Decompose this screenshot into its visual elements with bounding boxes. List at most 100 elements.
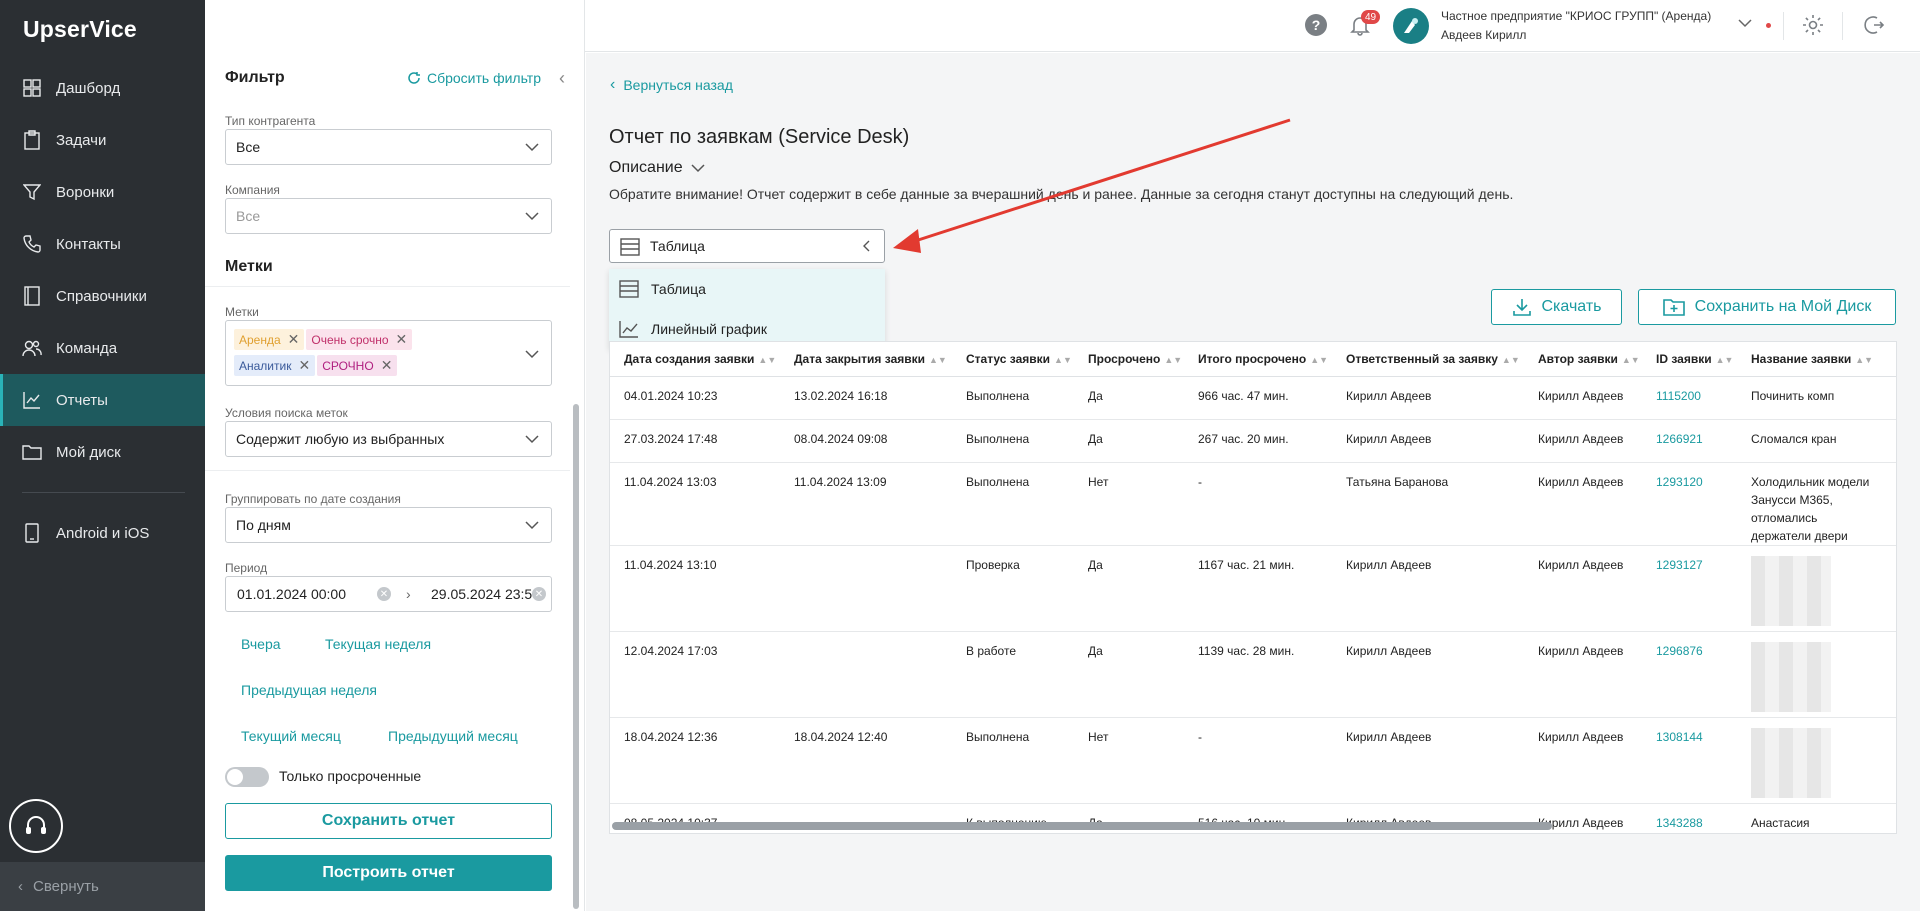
tags-multiselect[interactable]: Аренда ✕ Очень срочно ✕ Аналитик ✕ СРОЧНО ✕ xyxy=(225,320,552,386)
counterparty-select[interactable]: Все xyxy=(225,129,552,165)
only-overdue-toggle[interactable] xyxy=(225,767,269,787)
column-header[interactable]: Автор заявки ▲▼ xyxy=(1524,342,1642,377)
sort-icon[interactable]: ▲▼ xyxy=(929,355,947,365)
clear-to-icon[interactable]: ✕ xyxy=(532,587,546,601)
divider xyxy=(205,286,570,287)
table-cell: Да xyxy=(1074,545,1184,632)
save-report-button[interactable]: Сохранить отчет xyxy=(225,803,552,839)
back-link[interactable]: ‹ Вернуться назад xyxy=(610,76,733,94)
description-toggle[interactable]: Описание xyxy=(609,159,705,177)
sort-icon[interactable]: ▲▼ xyxy=(1855,355,1873,365)
table-cell[interactable]: 1266921 xyxy=(1642,419,1737,463)
view-mode-select[interactable]: Таблица xyxy=(609,229,885,263)
tasks-icon xyxy=(22,130,42,150)
quick-previous-month[interactable]: Предыдущий месяц xyxy=(388,728,518,744)
help-icon[interactable]: ? xyxy=(1305,14,1327,36)
column-header-overflow xyxy=(1877,342,1896,377)
remove-tag-icon[interactable]: ✕ xyxy=(381,357,393,374)
column-header[interactable]: Просрочено ▲▼ xyxy=(1074,342,1184,377)
sort-icon[interactable]: ▲▼ xyxy=(1716,355,1734,365)
period-to[interactable]: 29.05.2024 23:59 xyxy=(431,586,540,602)
quick-yesterday[interactable]: Вчера xyxy=(241,636,281,652)
table-cell: Сломался кран xyxy=(1737,419,1877,463)
sort-icon[interactable]: ▲▼ xyxy=(1164,355,1182,365)
period-range-input[interactable]: 01.01.2024 00:00 ✕ › 29.05.2024 23:59 ✕ xyxy=(225,576,552,612)
avatar[interactable] xyxy=(1393,8,1429,44)
table-cell-overflow xyxy=(1877,631,1896,718)
reset-filter-link[interactable]: Сбросить фильтр xyxy=(407,70,541,86)
sort-icon[interactable]: ▲▼ xyxy=(1310,355,1328,365)
filter-scrollbar[interactable] xyxy=(573,404,579,909)
collapse-sidebar-button[interactable]: ‹ Свернуть xyxy=(0,862,205,911)
sidebar-item-4[interactable]: Справочники xyxy=(0,270,205,322)
remove-tag-icon[interactable]: ✕ xyxy=(396,331,408,348)
divider xyxy=(22,492,185,493)
user-info[interactable]: Частное предприятие "КРИОС ГРУПП" (Аренд… xyxy=(1441,7,1711,45)
sort-icon[interactable]: ▲▼ xyxy=(1054,355,1072,365)
sort-icon[interactable]: ▲▼ xyxy=(1622,355,1640,365)
period-from[interactable]: 01.01.2024 00:00 xyxy=(237,586,346,602)
gear-icon[interactable] xyxy=(1801,13,1825,37)
sort-icon[interactable]: ▲▼ xyxy=(758,355,776,365)
remove-tag-icon[interactable]: ✕ xyxy=(288,331,300,348)
table-cell: 18.04.2024 12:40 xyxy=(780,717,952,804)
column-header[interactable]: Название заявки ▲▼ xyxy=(1737,342,1877,377)
group-label: Группировать по дате создания xyxy=(225,492,401,506)
table-row[interactable]: 04.01.2024 10:23 13.02.2024 16:18 Выполнен… xyxy=(610,376,1896,420)
table-cell: Холодильник модели Занусси М365, отломал… xyxy=(1737,462,1877,546)
company-select[interactable]: Все xyxy=(225,198,552,234)
clear-from-icon[interactable]: ✕ xyxy=(377,587,391,601)
sidebar-item-6[interactable]: Отчеты xyxy=(0,374,205,426)
filter-title: Фильтр xyxy=(225,69,285,86)
build-report-button[interactable]: Построить отчет xyxy=(225,855,552,891)
table-cell[interactable]: 1343288 xyxy=(1642,803,1737,833)
table-row[interactable]: 11.04.2024 13:03 11.04.2024 13:09 Выполнен… xyxy=(610,462,1896,546)
table-row[interactable]: 18.04.2024 12:36 18.04.2024 12:40 Выполнен… xyxy=(610,717,1896,804)
table-cell[interactable]: 1293127 xyxy=(1642,545,1737,632)
support-button[interactable] xyxy=(9,799,63,853)
group-select[interactable]: По дням xyxy=(225,507,552,543)
tag-chip: СРОЧНО ✕ xyxy=(317,355,398,376)
table-row[interactable]: 12.04.2024 17:03 В работе Да 1139 час. 28 м… xyxy=(610,631,1896,718)
table-cell[interactable]: 1293120 xyxy=(1642,462,1737,546)
table-cell: Выполнена xyxy=(952,462,1074,546)
quick-previous-week[interactable]: Предыдущая неделя xyxy=(241,682,377,698)
sidebar-item-label: Android и iOS xyxy=(56,524,150,542)
sidebar-item-2[interactable]: Воронки xyxy=(0,166,205,218)
app-logo[interactable]: UpserVice xyxy=(23,16,137,43)
table-cell[interactable]: 1308144 xyxy=(1642,717,1737,804)
sidebar-item-5[interactable]: Команда xyxy=(0,322,205,374)
view-option-table[interactable]: Таблица xyxy=(609,269,885,309)
sidebar-item-1[interactable]: Задачи xyxy=(0,114,205,166)
chevron-down-icon[interactable] xyxy=(1738,18,1752,28)
table-row[interactable]: 11.04.2024 13:10 Проверка Да 1167 час. 21 м… xyxy=(610,545,1896,632)
sidebar-item-7[interactable]: Мой диск xyxy=(0,426,205,478)
column-header[interactable]: Дата создания заявки ▲▼ xyxy=(610,342,780,377)
sidebar-item-mobile-apps[interactable]: Android и iOS xyxy=(0,507,205,559)
quick-current-month[interactable]: Текущий месяц xyxy=(241,728,341,744)
table-cell: 13.02.2024 16:18 xyxy=(780,376,952,420)
column-header[interactable]: Статус заявки ▲▼ xyxy=(952,342,1074,377)
table-row[interactable]: 27.03.2024 17:48 08.04.2024 09:08 Выполнен… xyxy=(610,419,1896,463)
collapse-filter-icon[interactable]: ‹ xyxy=(559,68,565,89)
column-header[interactable]: Итого просрочено ▲▼ xyxy=(1184,342,1332,377)
table-cell[interactable]: 1296876 xyxy=(1642,631,1737,718)
save-to-disk-button[interactable]: Сохранить на Мой Диск xyxy=(1638,289,1896,325)
only-overdue-label: Только просроченные xyxy=(279,768,422,784)
chevron-down-icon xyxy=(525,143,539,152)
sort-icon[interactable]: ▲▼ xyxy=(1502,355,1520,365)
sidebar-item-0[interactable]: Дашборд xyxy=(0,62,205,114)
quick-current-week[interactable]: Текущая неделя xyxy=(325,636,431,652)
download-button[interactable]: Скачать xyxy=(1491,289,1622,325)
condition-select[interactable]: Содержит любую из выбранных xyxy=(225,421,552,457)
remove-tag-icon[interactable]: ✕ xyxy=(298,357,310,374)
column-header[interactable]: Ответственный за заявку ▲▼ xyxy=(1332,342,1524,377)
column-header[interactable]: Дата закрытия заявки ▲▼ xyxy=(780,342,952,377)
table-cell: Кирилл Авдеев xyxy=(1524,376,1642,420)
column-header[interactable]: ID заявки ▲▼ xyxy=(1642,342,1737,377)
sidebar-item-3[interactable]: Контакты xyxy=(0,218,205,270)
notification-badge: 49 xyxy=(1361,10,1381,24)
table-cell[interactable]: 1115200 xyxy=(1642,376,1737,420)
table-horizontal-scrollbar[interactable] xyxy=(612,822,1552,830)
logout-icon[interactable] xyxy=(1862,13,1886,37)
